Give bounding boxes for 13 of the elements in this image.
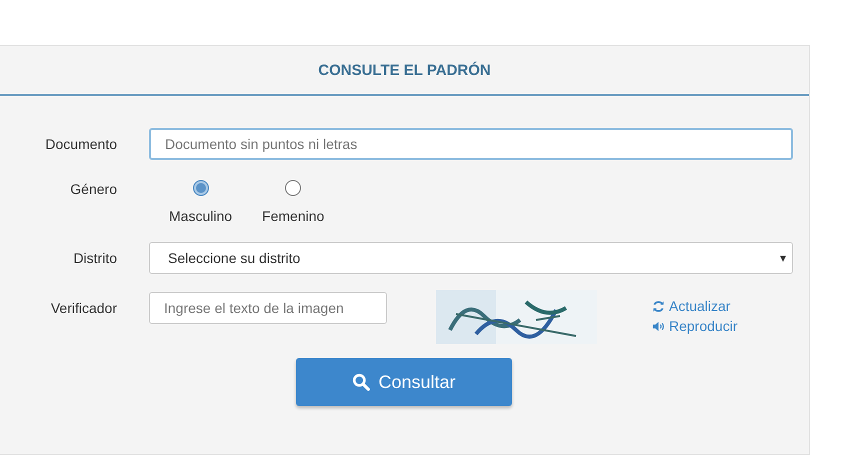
radio-label[interactable]: Masculino — [169, 208, 232, 224]
document-field[interactable]: Documento sin puntos ni letras — [149, 128, 793, 160]
captcha-link[interactable]: Actualizar — [652, 298, 738, 314]
field-label: Distrito — [72, 249, 117, 268]
panel-title: CONSULTE EL PADRÓN — [318, 62, 491, 78]
district-dropdown[interactable]: Seleccione su distrito ▾ — [149, 242, 793, 274]
field-label: Documento — [44, 135, 117, 154]
field-label: Género — [69, 180, 117, 198]
captcha-link[interactable]: Reproducir — [652, 318, 738, 334]
radio-label[interactable]: Femenino — [262, 208, 324, 224]
captcha-field[interactable]: Ingrese el texto de la imagen — [149, 292, 387, 324]
submit-button[interactable]: Consultar — [296, 358, 512, 406]
field-label: Verificador — [50, 299, 117, 318]
